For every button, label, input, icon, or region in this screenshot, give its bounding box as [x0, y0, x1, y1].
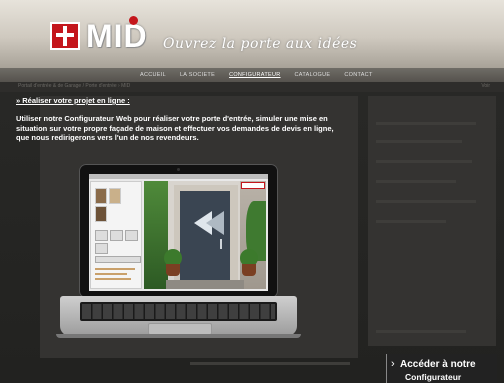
screen-options-panel	[90, 181, 142, 289]
door-step	[166, 280, 244, 289]
nav-item-catalogue[interactable]: CATALOGUE	[295, 68, 331, 82]
logo-text[interactable]: MID	[86, 18, 148, 55]
door-preview	[144, 181, 266, 289]
screen-button	[95, 256, 141, 263]
option-box	[95, 243, 108, 254]
door-thumbnail	[95, 206, 107, 222]
door	[180, 191, 230, 281]
screen-logo	[241, 182, 265, 189]
cta-line-2: Configurateur	[405, 372, 462, 382]
background-line	[376, 160, 472, 163]
chevron-right-icon: ›	[391, 358, 395, 370]
laptop-illustration	[79, 164, 278, 298]
door-handle	[220, 239, 222, 249]
configurator-cta-button[interactable]: › Accéder à notre Configurateur	[386, 354, 497, 383]
background-line	[376, 200, 476, 203]
modal-intro-text: Utiliser notre Configurateur Web pour ré…	[16, 114, 334, 142]
camera-icon	[177, 168, 180, 171]
modal-heading: » Réaliser votre projet en ligne :	[16, 96, 130, 105]
breadcrumb-bar: Portail d'entrée & de Garage / Porte d'e…	[0, 82, 504, 92]
nav-item-societe[interactable]: LA SOCIETE	[180, 68, 215, 82]
keys	[82, 304, 275, 319]
screen-list-line	[95, 273, 127, 275]
door-glass-chevron	[206, 211, 224, 235]
nav-item-accueil[interactable]: ACCUEIL	[140, 68, 166, 82]
door-thumbnail	[95, 188, 107, 204]
slogan: Ouvrez la porte aux idées	[163, 36, 358, 52]
screen-list-line	[95, 268, 135, 270]
background-line	[376, 140, 462, 143]
cta-line-1: Accéder à notre	[400, 359, 476, 370]
breadcrumb[interactable]: Portail d'entrée & de Garage / Porte d'e…	[18, 83, 130, 89]
site-header: MID Ouvrez la porte aux idées	[0, 0, 504, 68]
configurator-screenshot	[89, 174, 268, 291]
option-box	[110, 230, 123, 241]
flower-pot	[242, 264, 256, 276]
option-box	[95, 230, 108, 241]
background-line	[376, 180, 456, 183]
logo-dot-icon	[129, 16, 138, 25]
background-line	[376, 330, 466, 333]
option-box	[125, 230, 138, 241]
background-line	[376, 220, 446, 223]
keyboard	[80, 302, 277, 321]
ivy-wall	[144, 181, 168, 289]
laptop-base	[60, 296, 297, 336]
breadcrumb-right-link[interactable]: Voir	[481, 83, 490, 89]
screen-list-line	[95, 278, 131, 280]
background-line	[190, 362, 350, 365]
nav-item-configurateur[interactable]: CONFIGURATEUR	[229, 68, 280, 82]
screen-toolbar	[89, 174, 268, 179]
nav-item-contact[interactable]: CONTACT	[344, 68, 372, 82]
page: MID Ouvrez la porte aux idées ACCUEIL LA…	[0, 0, 504, 383]
main-nav: ACCUEIL LA SOCIETE CONFIGURATEUR CATALOG…	[0, 68, 504, 82]
door-thumbnail	[109, 188, 121, 204]
background-line	[376, 122, 476, 125]
logo-icon[interactable]	[50, 22, 80, 50]
laptop-foot	[56, 334, 301, 338]
flower-pot	[166, 264, 180, 276]
